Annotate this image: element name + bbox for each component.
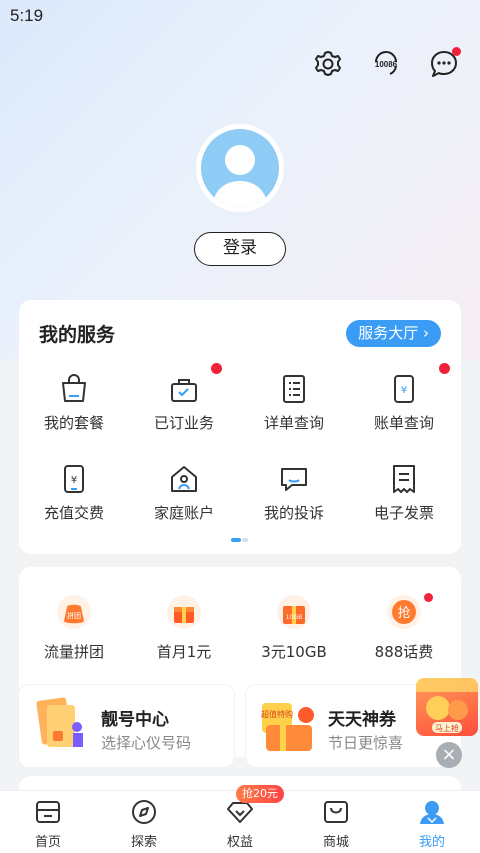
promo-first-month[interactable]: 首月1元 [129,593,239,663]
services-title: 我的服务 [39,324,116,346]
avatar[interactable] [196,124,284,212]
tab-explore[interactable]: 探索 [96,791,192,853]
svg-text:马上抢: 马上抢 [435,723,459,733]
list-icon [280,374,308,404]
sim-card-icon [33,695,87,755]
header-actions: 10086 [310,46,462,82]
service-complaint[interactable]: 我的投诉 [239,460,349,530]
floating-ad-banner[interactable]: 马上抢 [416,678,478,736]
group-buy-icon: 拼团 [57,595,91,629]
gift-box-icon [167,595,201,629]
avatar-placeholder-icon [201,129,279,207]
grab-dot [424,593,433,602]
service-recharge[interactable]: ¥ 充值交费 [19,460,129,530]
service-e-invoice[interactable]: 电子发票 [349,460,459,530]
recharge-icon: ¥ [60,464,88,494]
promo-card: 拼团 流量拼团 首月1元 10GB 3元10GB 抢 888话费 靓号中心 选择… [19,567,461,767]
login-button[interactable]: 登录 [194,232,286,266]
tab-home[interactable]: 首页 [0,791,96,853]
svg-text:10GB: 10GB [286,614,302,621]
my-services-card: 我的服务 服务大厅 › 我的套餐 已订业务 详单查询 ¥ 账单查询 ¥ 充值交费… [19,300,461,554]
shop-icon [323,799,349,825]
service-bill-query[interactable]: ¥ 账单查询 [349,363,459,440]
bag-icon [60,374,88,404]
bill-dot [439,363,450,374]
promo-888-credit[interactable]: 抢 888话费 [349,593,459,663]
complaint-icon [280,464,308,494]
invoice-icon [390,464,418,494]
person-icon [419,799,445,825]
close-icon[interactable]: × [436,742,462,768]
coupon-icon: 超值特购 [256,695,322,757]
status-bar: 5:19 [0,0,480,34]
svg-text:拼团: 拼团 [67,611,81,620]
subscribed-icon [170,374,198,404]
message-icon[interactable] [426,46,462,82]
service-10086-icon[interactable]: 10086 [368,46,404,82]
service-detail-query[interactable]: 详单查询 [239,370,349,440]
service-hall-button[interactable]: 服务大厅 › [346,320,441,347]
subscribed-dot [211,363,222,374]
home-account-icon [170,464,198,494]
grab-icon: 抢 [387,595,421,629]
home-icon [35,799,61,825]
tab-mine[interactable]: 我的 [384,791,480,853]
tab-mall[interactable]: 商城 [288,791,384,853]
settings-icon[interactable] [310,46,346,82]
promo-row: 拼团 流量拼团 首月1元 10GB 3元10GB 抢 888话费 [19,593,461,663]
page-indicator [231,538,251,542]
status-time: 5:19 [10,6,44,25]
promo-group-buy[interactable]: 拼团 流量拼团 [19,593,129,663]
promo-3yuan-10gb[interactable]: 10GB 3元10GB [239,593,349,663]
compass-icon [131,799,157,825]
lucky-number-card[interactable]: 靓号中心 选择心仪号码 [19,685,234,767]
service-subscribed[interactable]: 已订业务 [129,363,239,440]
svg-text:10086: 10086 [375,60,398,69]
data-gift-icon: 10GB [277,595,311,629]
svg-text:抢: 抢 [397,605,410,621]
svg-text:超值特购: 超值特购 [261,709,293,719]
svg-text:¥: ¥ [401,385,407,396]
svg-text:¥: ¥ [71,475,77,486]
service-my-plan[interactable]: 我的套餐 [19,370,129,440]
message-unread-dot [452,47,461,56]
service-family-account[interactable]: 家庭账户 [129,460,239,530]
benefits-badge: 抢20元 [236,785,284,803]
bill-icon: ¥ [390,374,418,404]
